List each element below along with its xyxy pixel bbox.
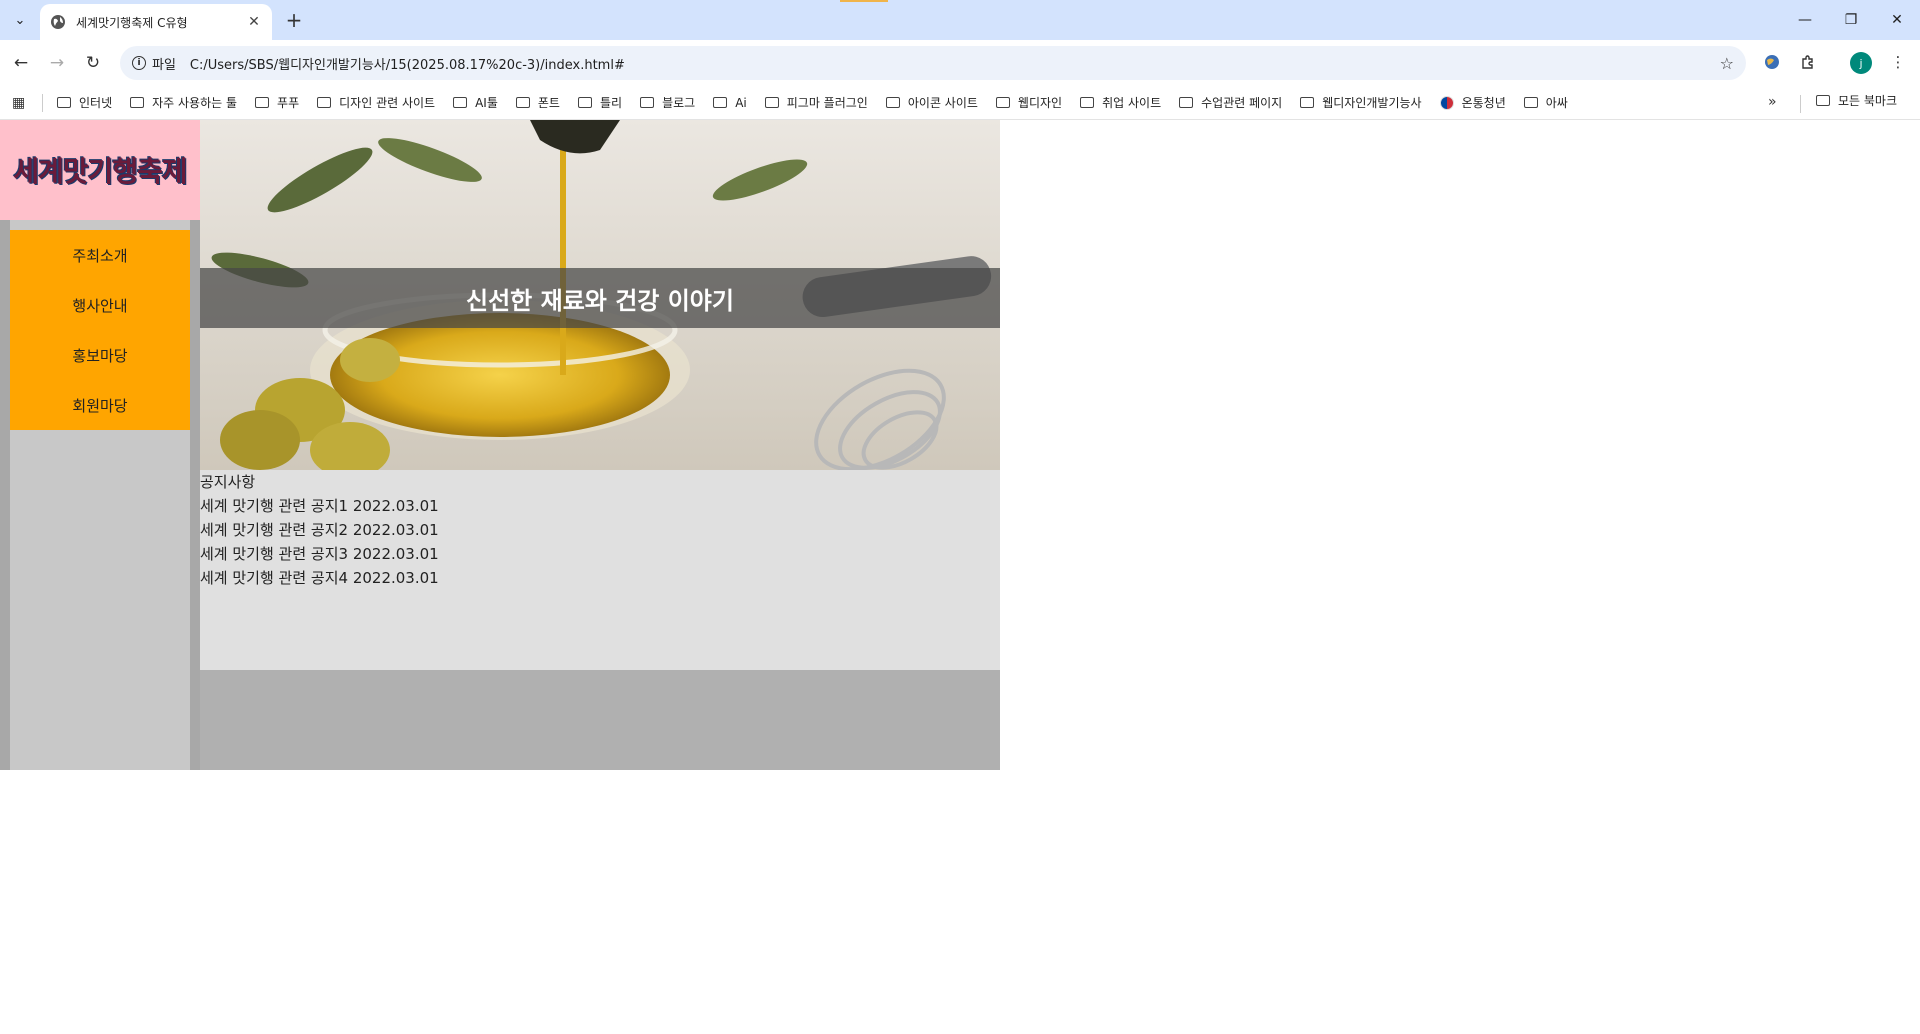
- toolbar: ← → ↻ i 파일 C:/Users/SBS/웹디자인개발기능사/15(202…: [0, 40, 1920, 86]
- bookmark-folder[interactable]: 자주 사용하는 툴: [130, 94, 237, 111]
- menu-item-host-intro[interactable]: 주최소개: [10, 230, 190, 280]
- folder-icon: [577, 97, 592, 108]
- tab-search-chevron-icon[interactable]: ⌄: [8, 8, 32, 32]
- folder-icon: [453, 97, 468, 108]
- folder-icon: [1179, 97, 1194, 108]
- tab-close-icon[interactable]: ✕: [246, 14, 262, 30]
- notice-item[interactable]: 세계 맛기행 관련 공지3 2022.03.01: [200, 542, 1000, 566]
- bookmark-folder[interactable]: AI툴: [453, 94, 498, 111]
- minimize-icon[interactable]: —: [1782, 0, 1828, 40]
- folder-icon: [713, 97, 728, 108]
- apps-grid-icon[interactable]: ▦: [12, 95, 28, 111]
- folder-icon: [317, 97, 332, 108]
- main-menu: 주최소개 행사안내 홍보마당 회원마당: [10, 230, 190, 430]
- bookmark-folder[interactable]: Ai: [713, 96, 747, 110]
- folder-icon: [255, 97, 270, 108]
- new-tab-button[interactable]: +: [282, 8, 306, 32]
- notice-title[interactable]: 공지사항: [200, 470, 1000, 494]
- address-bar[interactable]: i 파일 C:/Users/SBS/웹디자인개발기능사/15(2025.08.1…: [120, 46, 1746, 80]
- bookmarks-divider: [42, 93, 43, 112]
- bookmark-folder[interactable]: 수업관련 페이지: [1179, 94, 1282, 111]
- notice-item[interactable]: 세계 맛기행 관련 공지4 2022.03.01: [200, 566, 1000, 590]
- notice-board: 공지사항 세계 맛기행 관련 공지1 2022.03.01 세계 맛기행 관련 …: [200, 470, 1000, 670]
- folder-icon: [640, 97, 655, 108]
- notice-item[interactable]: 세계 맛기행 관련 공지1 2022.03.01: [200, 494, 1000, 518]
- all-bookmarks-folder[interactable]: 모든 북마크: [1816, 92, 1897, 109]
- site-logo[interactable]: 세계맛기행축제: [0, 120, 200, 220]
- tab-title: 세계맛기행축제 C유형: [76, 15, 188, 30]
- logo-text: 세계맛기행축제: [13, 155, 187, 188]
- menu-item-members[interactable]: 회원마당: [10, 380, 190, 430]
- bookmark-link[interactable]: 온통청년: [1439, 94, 1506, 111]
- hero-caption-band: 신선한 재료와 건강 이야기: [200, 268, 1000, 328]
- bookmark-folder[interactable]: 디자인 관련 사이트: [317, 94, 435, 111]
- folder-icon: [995, 97, 1010, 108]
- profile-avatar[interactable]: j: [1850, 52, 1872, 74]
- bookmarks-bar: ▦ 인터넷 자주 사용하는 툴 푸푸 디자인 관련 사이트 AI툴 폰트 틀리 …: [0, 86, 1920, 120]
- info-icon[interactable]: i: [132, 56, 146, 70]
- folder-icon: [1523, 97, 1538, 108]
- address-scheme: 파일: [152, 57, 176, 73]
- folder-icon: [764, 97, 779, 108]
- folder-icon: [1816, 95, 1830, 106]
- window-close-icon[interactable]: ✕: [1874, 0, 1920, 40]
- bookmark-folder[interactable]: 인터넷: [57, 94, 112, 111]
- bookmark-folder[interactable]: 웹디자인개발기능사: [1300, 94, 1422, 111]
- globe-icon: [51, 15, 65, 29]
- footer: [200, 670, 1000, 770]
- page-content: 세계맛기행축제 주최소개 행사안내 홍보마당 회원마당 신선한 재료와 건강 이…: [0, 120, 1000, 770]
- folder-icon: [1300, 97, 1315, 108]
- forward-arrow-icon[interactable]: →: [44, 50, 70, 76]
- sidebar: 세계맛기행축제 주최소개 행사안내 홍보마당 회원마당: [0, 120, 200, 770]
- menu-dots-icon[interactable]: ⋮: [1886, 50, 1910, 74]
- bookmark-folder[interactable]: 틀리: [577, 94, 622, 111]
- folder-icon: [1080, 97, 1095, 108]
- hero-slide: 신선한 재료와 건강 이야기: [200, 120, 1000, 470]
- bookmark-folder[interactable]: 아이콘 사이트: [885, 94, 978, 111]
- accent-line: [840, 0, 888, 2]
- reload-icon[interactable]: ↻: [80, 50, 106, 76]
- bookmark-star-icon[interactable]: ☆: [1720, 54, 1734, 73]
- menu-item-event-guide[interactable]: 행사안내: [10, 280, 190, 330]
- extension-globe-icon[interactable]: [1760, 50, 1784, 74]
- bookmark-folder[interactable]: 블로그: [640, 94, 695, 111]
- bookmark-folder[interactable]: 폰트: [515, 94, 560, 111]
- active-tab[interactable]: 세계맛기행축제 C유형 ✕: [40, 4, 272, 40]
- bookmark-folder[interactable]: 취업 사이트: [1080, 94, 1161, 111]
- folder-icon: [130, 97, 145, 108]
- bookmark-folder[interactable]: 웹디자인: [995, 94, 1062, 111]
- bookmark-folder[interactable]: 피그마 플러그인: [764, 94, 868, 111]
- menu-item-promotion[interactable]: 홍보마당: [10, 330, 190, 380]
- bookmark-folder[interactable]: 푸푸: [255, 94, 299, 111]
- bookmark-folder[interactable]: 아싸: [1523, 94, 1568, 111]
- more-bookmarks-chevron-icon[interactable]: »: [1768, 94, 1777, 110]
- notice-item[interactable]: 세계 맛기행 관련 공지2 2022.03.01: [200, 518, 1000, 542]
- restore-icon[interactable]: ❐: [1828, 0, 1874, 40]
- folder-icon: [515, 97, 530, 108]
- tab-bar: ⌄ 세계맛기행축제 C유형 ✕ + — ❐ ✕: [0, 0, 1920, 40]
- folder-icon: [885, 97, 900, 108]
- hero-caption: 신선한 재료와 건강 이야기: [466, 286, 734, 315]
- korea-flag-icon: [1439, 95, 1454, 110]
- bookmarks-divider: [1800, 95, 1801, 113]
- folder-icon: [57, 97, 71, 108]
- extensions-puzzle-icon[interactable]: [1796, 50, 1820, 74]
- address-url[interactable]: C:/Users/SBS/웹디자인개발기능사/15(2025.08.17%20c…: [190, 54, 1720, 73]
- back-arrow-icon[interactable]: ←: [8, 50, 34, 76]
